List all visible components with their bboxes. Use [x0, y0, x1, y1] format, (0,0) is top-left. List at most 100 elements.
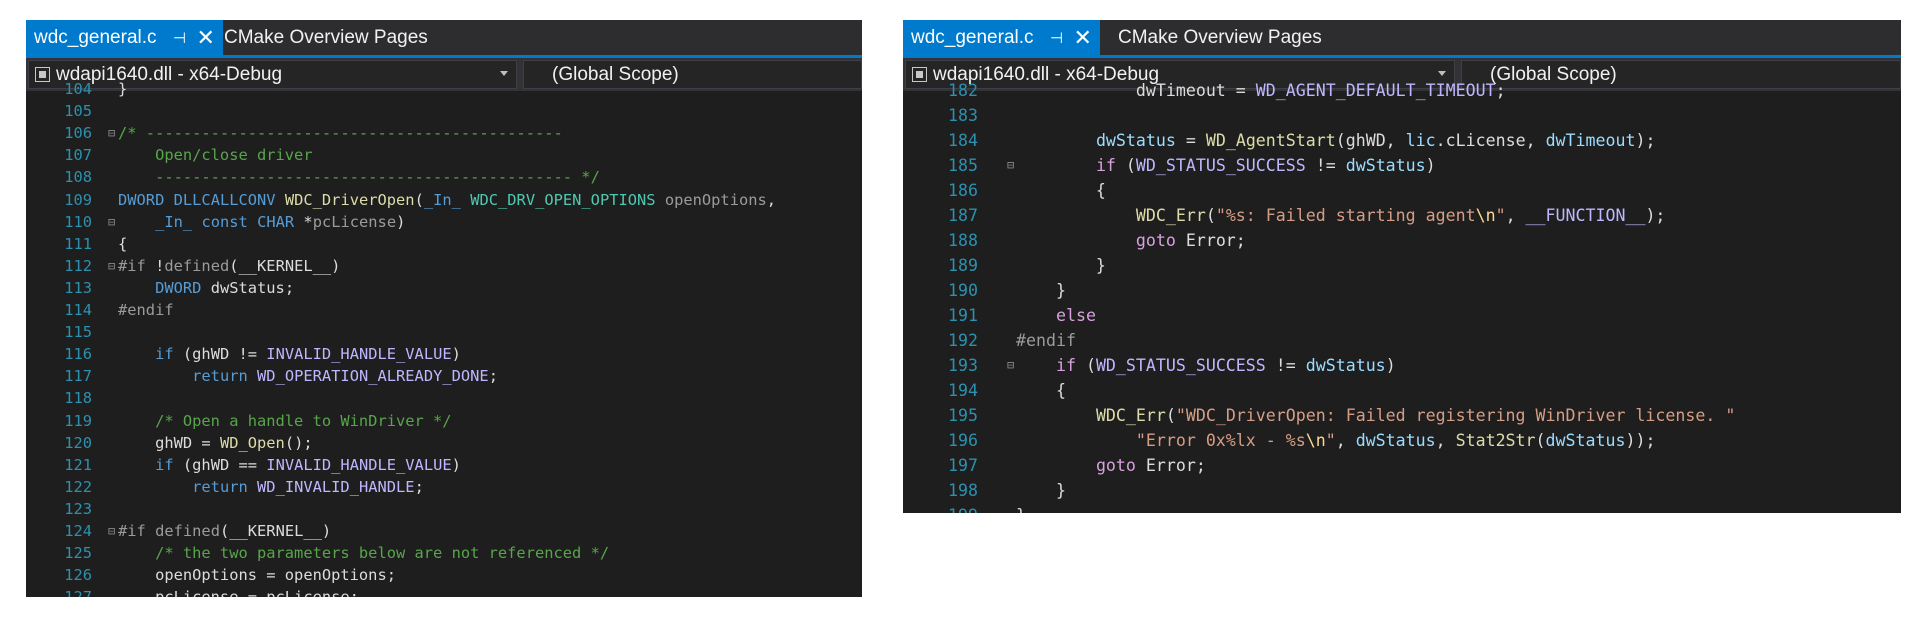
code-line[interactable]: 119 /* Open a handle to WinDriver */: [26, 410, 862, 432]
code-editor[interactable]: 104} 105 106 ⊟/* --------------------------…: [26, 80, 862, 597]
code-line[interactable]: 121 if (ghWD == INVALID_HANDLE_VALUE): [26, 454, 862, 476]
code-token: openOptions: [664, 190, 767, 209]
code-token: if: [1055, 356, 1076, 375]
pin-icon[interactable]: ⊣: [1050, 29, 1064, 47]
code-line[interactable]: 118: [26, 387, 862, 409]
code-line[interactable]: 190 }: [903, 278, 1901, 303]
code-token: {: [118, 234, 128, 253]
code-token: WD_INVALID_HANDLE: [257, 477, 415, 496]
fold-toggle-icon[interactable]: ⊟: [108, 122, 115, 144]
code-token: lic: [1405, 131, 1436, 150]
code-text: DWORD dwStatus;: [118, 277, 294, 299]
code-line[interactable]: 112 ⊟ #if !defined(__KERNEL__): [26, 255, 862, 277]
code-line[interactable]: 126 openOptions = openOptions;: [26, 564, 862, 586]
code-line[interactable]: 194 {: [903, 378, 1901, 403]
code-text: {: [1016, 178, 1106, 203]
code-line[interactable]: 120 ghWD = WD_Open();: [26, 432, 862, 454]
code-line[interactable]: 123: [26, 498, 862, 520]
code-line[interactable]: 125 /* the two parameters below are not …: [26, 542, 862, 564]
left-editor-window: wdc_general.c ⊣ ✕ CMake Overview Pages w…: [26, 20, 862, 597]
code-token: const: [201, 212, 248, 231]
code-token: defined: [164, 256, 230, 275]
chevron-down-icon[interactable]: [1438, 71, 1446, 76]
code-line[interactable]: 127 pcLicense = pcLicense;: [26, 586, 862, 597]
code-token: dwStatus: [1345, 156, 1426, 175]
code-token: /* -------------------------------------…: [118, 124, 563, 143]
code-line[interactable]: 191 else: [903, 303, 1901, 328]
code-line[interactable]: 187 WDC_Err("%s: Failed starting agent\n…: [903, 203, 1901, 228]
pin-icon[interactable]: ⊣: [173, 29, 187, 47]
code-line[interactable]: 106 ⊟/* ---------------------------------…: [26, 122, 862, 144]
code-line[interactable]: 110 ⊟ _In_ const CHAR *pcLicense): [26, 211, 862, 233]
code-line[interactable]: 186 {: [903, 178, 1901, 203]
chevron-down-icon[interactable]: [500, 71, 508, 76]
code-line[interactable]: 111 {: [26, 233, 862, 255]
code-line[interactable]: 193 ⊟ if (WD_STATUS_SUCCESS != dwStatus): [903, 353, 1901, 378]
code-line[interactable]: 184 dwStatus = WD_AgentStart(ghWD, lic.c…: [903, 128, 1901, 153]
code-token: WD_STATUS_SUCCESS: [1135, 156, 1306, 175]
code-token: _In_: [155, 212, 193, 231]
fold-toggle-icon[interactable]: ⊟: [108, 255, 115, 277]
fold-toggle-icon[interactable]: ⊟: [1007, 153, 1014, 178]
code-line[interactable]: 192 #endif: [903, 328, 1901, 353]
code-token: if: [1095, 156, 1116, 175]
code-line[interactable]: 115: [26, 321, 862, 343]
code-line[interactable]: 116 if (ghWD != INVALID_HANDLE_VALUE): [26, 343, 862, 365]
code-text: #if !defined(__KERNEL__): [118, 255, 340, 277]
code-line[interactable]: 107 Open/close driver: [26, 144, 862, 166]
code-line[interactable]: 113 DWORD dwStatus;: [26, 277, 862, 299]
code-token: ;: [414, 477, 424, 496]
line-number: 116: [64, 345, 92, 364]
code-token: ();: [284, 433, 313, 452]
line-number: 122: [64, 477, 92, 496]
code-line[interactable]: 104}: [26, 78, 862, 100]
code-line[interactable]: 188 goto Error;: [903, 228, 1901, 253]
code-line[interactable]: 196 "Error 0x%lx - %s\n", dwStatus, Stat…: [903, 428, 1901, 453]
code-token: Error;: [1135, 456, 1206, 475]
code-token: (: [1115, 156, 1136, 175]
code-text: return WD_OPERATION_ALREADY_DONE;: [118, 365, 498, 387]
code-line[interactable]: 198 }: [903, 478, 1901, 503]
code-line[interactable]: 197 goto Error;: [903, 453, 1901, 478]
code-token: #if: [118, 256, 146, 275]
code-line[interactable]: 182 dwTimeout = WD_AGENT_DEFAULT_TIMEOUT…: [903, 78, 1901, 103]
code-line[interactable]: 122 return WD_INVALID_HANDLE;: [26, 476, 862, 498]
code-text: /* -------------------------------------…: [118, 122, 563, 144]
code-line[interactable]: 109 DWORD DLLCALLCONV WDC_DriverOpen(_In_…: [26, 189, 862, 211]
code-line[interactable]: 108 ------------------------------------…: [26, 166, 862, 188]
code-token: WD_STATUS_SUCCESS: [1095, 356, 1266, 375]
tab-cmake-overview[interactable]: CMake Overview Pages: [1108, 20, 1332, 55]
code-token: return: [192, 367, 248, 386]
code-token: dwStatus: [1095, 131, 1176, 150]
line-number: 113: [64, 278, 92, 297]
tab-cmake-overview[interactable]: CMake Overview Pages: [214, 20, 438, 55]
line-number: 121: [64, 455, 92, 474]
code-line[interactable]: 195 WDC_Err("WDC_DriverOpen: Failed regi…: [903, 403, 1901, 428]
tab-bar: wdc_general.c ⊣ ✕ CMake Overview Pages: [26, 20, 862, 58]
code-editor[interactable]: 182 dwTimeout = WD_AGENT_DEFAULT_TIMEOUT…: [903, 81, 1901, 513]
fold-toggle-icon[interactable]: ⊟: [1007, 353, 1014, 378]
close-icon[interactable]: ✕: [1074, 26, 1092, 48]
code-token: (: [1165, 406, 1176, 425]
code-token: (ghWD ==: [173, 455, 267, 474]
fold-toggle-icon[interactable]: ⊟: [108, 520, 115, 542]
tab-wdc-general[interactable]: wdc_general.c ⊣ ✕: [903, 20, 1100, 55]
code-line[interactable]: 105: [26, 100, 862, 122]
code-line[interactable]: 114 #endif: [26, 299, 862, 321]
code-line[interactable]: 185 ⊟ if (WD_STATUS_SUCCESS != dwStatus): [903, 153, 1901, 178]
code-line[interactable]: 183: [903, 103, 1901, 128]
code-token: #endif: [1016, 331, 1076, 350]
code-token: .cLicense,: [1435, 131, 1546, 150]
fold-toggle-icon[interactable]: ⊟: [108, 211, 115, 233]
tab-wdc-general[interactable]: wdc_general.c ⊣ ✕: [26, 20, 223, 55]
code-line[interactable]: 189 }: [903, 253, 1901, 278]
code-line[interactable]: 199}: [903, 503, 1901, 513]
code-line[interactable]: 124 ⊟ #if defined(__KERNEL__): [26, 520, 862, 542]
line-number: 108: [64, 168, 92, 187]
close-icon[interactable]: ✕: [197, 26, 215, 48]
code-text: {: [118, 233, 127, 255]
code-line[interactable]: 117 return WD_OPERATION_ALREADY_DONE;: [26, 365, 862, 387]
code-text: DWORD DLLCALLCONV WDC_DriverOpen(_In_ WD…: [118, 189, 776, 211]
